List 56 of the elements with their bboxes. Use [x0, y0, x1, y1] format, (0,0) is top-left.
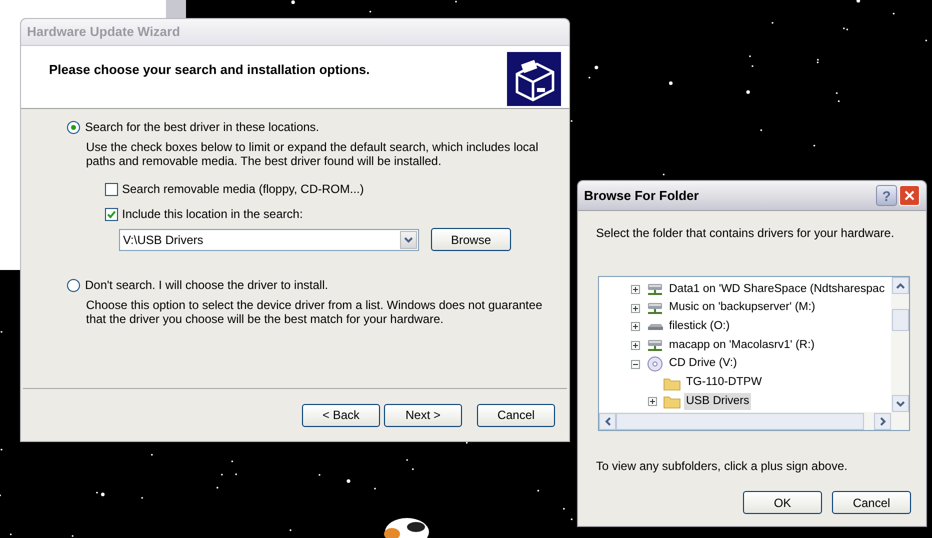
option-description: Choose this option to select the device driver from a list. Windows does not guarantee that the driver you choose will be the best match for your hardware. [86, 298, 544, 326]
cd-icon [646, 356, 664, 372]
network-drive-icon [646, 300, 664, 316]
window-title: Browse For Folder [584, 186, 700, 205]
check-icon [107, 210, 116, 218]
scroll-thumb[interactable] [616, 412, 864, 430]
tree-item[interactable]: macapp on 'Macolasrv1' (R:) [667, 336, 817, 354]
dialog-hint: To view any subfolders, click a plus sign above. [596, 458, 848, 475]
dropdown-button[interactable] [400, 230, 417, 248]
scroll-up-button[interactable] [892, 277, 908, 294]
dialog-prompt: Select the folder that contains drivers for your hardware. [596, 225, 896, 242]
chevron-down-icon [404, 236, 413, 242]
expand-icon[interactable] [631, 322, 640, 332]
radio-option[interactable]: Don't search. I will choose the driver to install. [67, 275, 557, 295]
hardware-icon [507, 52, 561, 106]
tree-item[interactable]: CD Drive (V:) [667, 355, 739, 373]
chevron-up-icon [896, 282, 904, 288]
cancel-button[interactable]: Cancel [832, 491, 911, 514]
chevron-down-icon [896, 400, 904, 406]
radio-button[interactable] [67, 120, 80, 134]
chevron-left-icon [604, 416, 610, 426]
network-drive-icon [646, 281, 664, 298]
close-icon [904, 190, 915, 201]
back-button[interactable]: < Back [302, 404, 380, 426]
wizard-heading: Please choose your search and installation options. [49, 61, 370, 79]
next-button[interactable]: Next > [384, 404, 462, 426]
ok-button[interactable]: OK [743, 491, 822, 514]
radio-button[interactable] [67, 278, 80, 292]
expand-icon[interactable] [648, 396, 657, 406]
tree-item[interactable]: Music on 'backupserver' (M:) [667, 299, 818, 317]
close-button[interactable] [899, 185, 920, 206]
expand-icon[interactable] [631, 284, 640, 294]
window-title: Hardware Update Wizard [27, 23, 182, 42]
location-combo-box[interactable]: V:\USB Drivers [119, 228, 419, 250]
expand-icon[interactable] [631, 340, 640, 350]
tree-item[interactable]: filestick (O:) [667, 318, 732, 336]
option-description: Use the check boxes below to limit or expand the default search, which includes local paths and removable media. The best driver found will be installed. [86, 140, 540, 168]
scroll-thumb[interactable] [892, 308, 908, 330]
scroll-right-button[interactable] [874, 412, 891, 430]
chevron-right-icon [880, 416, 886, 426]
checkbox-option[interactable]: Include this location in the search: [105, 204, 557, 224]
radio-option[interactable]: Search for the best driver in these locations. [67, 117, 557, 137]
checkbox[interactable] [105, 208, 118, 220]
collapse-icon[interactable] [631, 360, 640, 369]
browse-button[interactable]: Browse [431, 228, 511, 251]
tree-item[interactable]: USB Drivers [684, 392, 752, 410]
checkbox-option[interactable]: Search removable media (floppy, CD-ROM...) [105, 179, 557, 199]
tree-item[interactable]: TG-110-DTPW [684, 374, 764, 392]
expand-icon[interactable] [631, 304, 640, 313]
scroll-down-button[interactable] [892, 395, 908, 412]
checkbox[interactable] [105, 182, 118, 196]
cancel-button[interactable]: Cancel [477, 404, 555, 426]
help-button[interactable]: ? [876, 185, 897, 206]
network-drive-icon [646, 337, 664, 354]
scroll-left-button[interactable] [599, 412, 616, 430]
tree-item[interactable]: Data1 on 'WD ShareSpace (Ndtsharespac [667, 280, 887, 298]
